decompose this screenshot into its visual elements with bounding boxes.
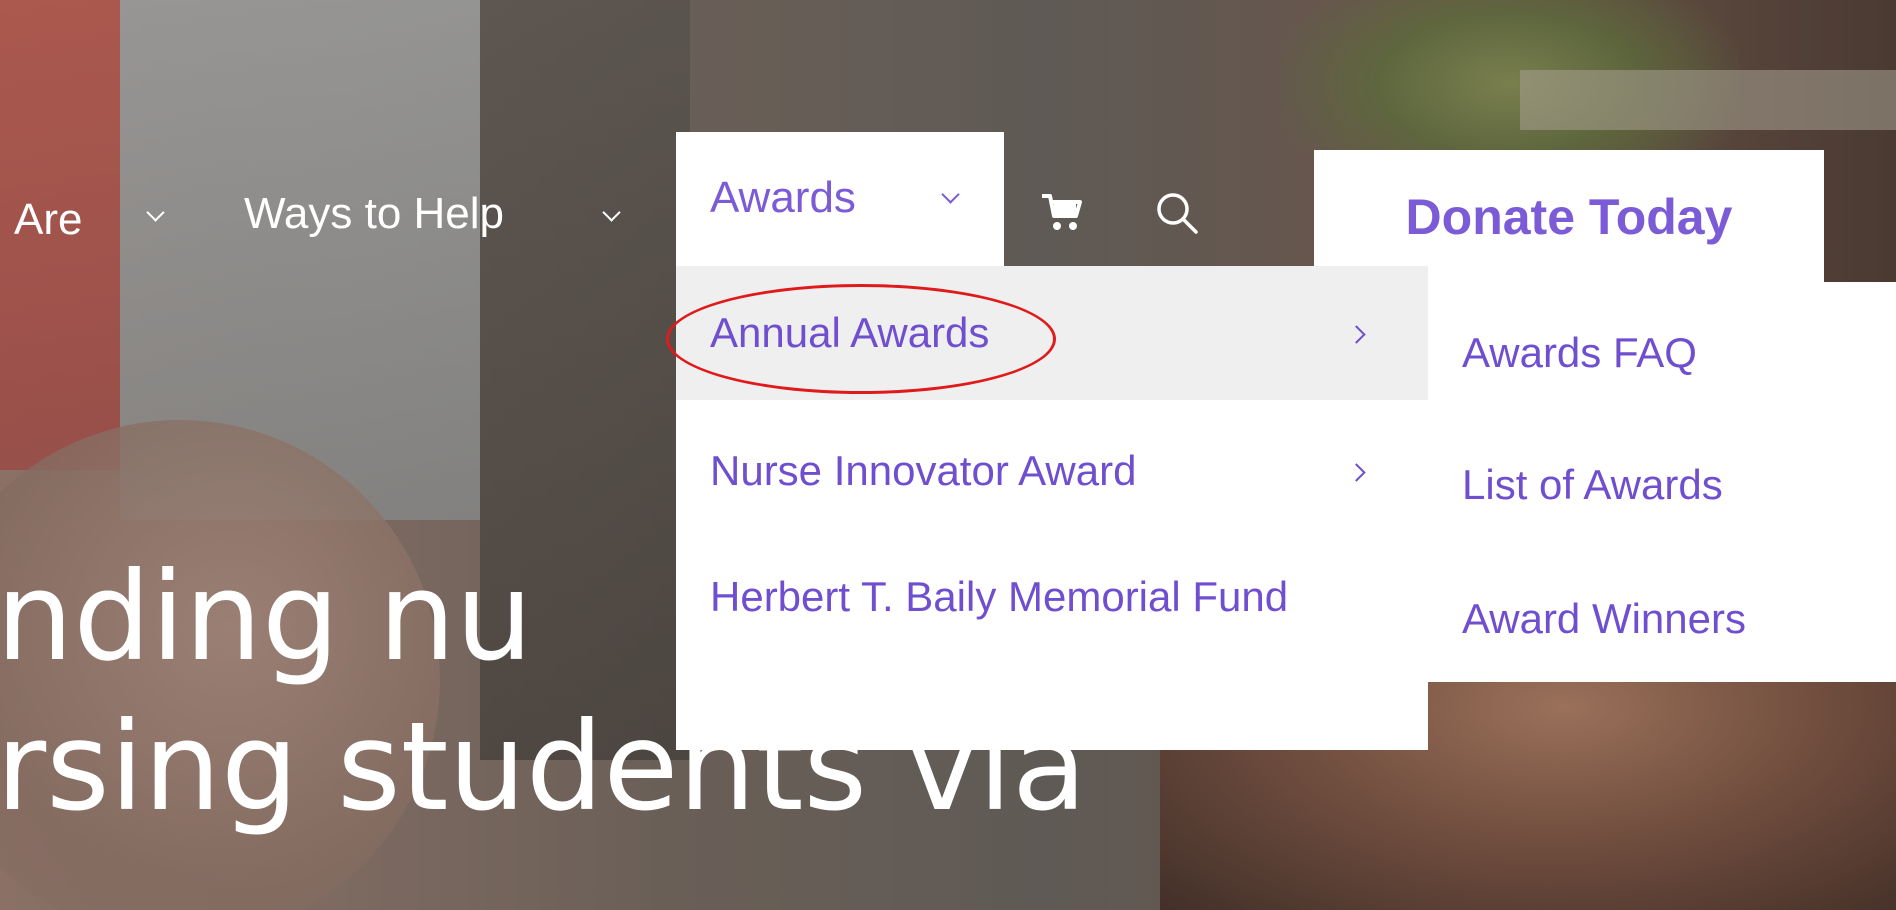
submenu-item-awards-faq[interactable]: Awards FAQ: [1462, 332, 1697, 374]
chevron-right-icon[interactable]: [1347, 463, 1366, 482]
dropdown-item-herbert-t-baily-memorial-fund[interactable]: Herbert T. Baily Memorial Fund: [676, 534, 1428, 750]
dropdown-item-label[interactable]: Annual Awards: [710, 300, 989, 366]
submenu-item-list-of-awards[interactable]: List of Awards: [1462, 464, 1723, 506]
chevron-down-icon[interactable]: [941, 185, 960, 204]
nav-item-ways-to-help[interactable]: Ways to Help: [244, 192, 504, 236]
chevron-right-icon[interactable]: [1347, 325, 1366, 344]
dropdown-item-label[interactable]: Nurse Innovator Award: [710, 438, 1136, 504]
dropdown-item-label[interactable]: Herbert T. Baily Memorial Fund: [710, 564, 1310, 630]
background-shelf: [1520, 70, 1896, 130]
search-icon[interactable]: [1154, 190, 1200, 236]
awards-dropdown-menu: Annual Awards Nurse Innovator Award Herb…: [676, 266, 1428, 750]
nav-item-who-we-are[interactable]: Are: [14, 198, 82, 242]
annual-awards-submenu: Awards FAQ List of Awards Award Winners: [1428, 282, 1896, 682]
nav-item-awards-label[interactable]: Awards: [710, 176, 856, 220]
nav-item-awards[interactable]: Awards: [676, 132, 1004, 266]
dropdown-item-nurse-innovator-award[interactable]: Nurse Innovator Award: [676, 400, 1428, 534]
submenu-item-award-winners[interactable]: Award Winners: [1462, 598, 1746, 640]
dropdown-item-annual-awards[interactable]: Annual Awards: [676, 266, 1428, 400]
cart-icon[interactable]: [1040, 190, 1084, 234]
donate-button[interactable]: Donate Today: [1314, 150, 1824, 284]
